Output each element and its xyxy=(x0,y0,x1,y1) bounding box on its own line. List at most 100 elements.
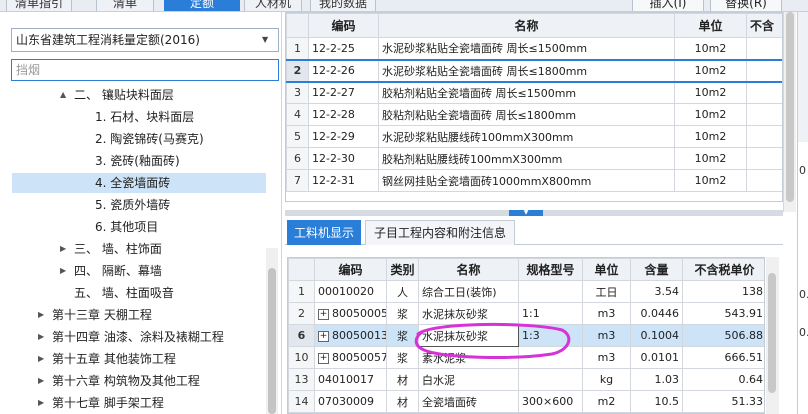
col-header-price[interactable]: 不含税单价 xyxy=(682,258,764,281)
resource-code[interactable]: 04010017 xyxy=(314,368,387,391)
col-header-code[interactable]: 编码 xyxy=(314,258,387,281)
expand-icon[interactable]: ▶ xyxy=(38,371,44,391)
resource-unit[interactable]: m2 xyxy=(582,390,631,413)
resource-name[interactable]: 全瓷墙面砖 xyxy=(418,390,519,413)
quota-code[interactable]: 12-2-28 xyxy=(308,103,379,126)
scroll-thumb[interactable] xyxy=(768,273,776,393)
resource-unit[interactable]: m3 xyxy=(582,302,631,325)
expand-icon[interactable]: ▶ xyxy=(38,393,44,413)
tab-bill-guide[interactable]: 清单指引 xyxy=(6,0,72,11)
quota-unit[interactable]: 10m2 xyxy=(674,147,747,170)
resource-quantity[interactable]: 0.0446 xyxy=(630,302,683,325)
resource-quantity[interactable]: 10.5 xyxy=(630,390,683,413)
resource-name[interactable]: 水泥抹灰砂浆 xyxy=(418,302,519,325)
quota-code[interactable]: 12-2-25 xyxy=(308,37,379,60)
tab-labor-material-machine[interactable]: 人材机 xyxy=(244,0,302,11)
quota-code[interactable]: 12-2-27 xyxy=(308,81,379,104)
resource-price[interactable]: 0.64 xyxy=(682,368,764,391)
quota-code[interactable]: 12-2-30 xyxy=(308,147,379,170)
table-row[interactable]: 1 00010020 人 综合工日(装饰) 工日 3.54 138 xyxy=(288,280,764,303)
resource-name-editor[interactable]: 水泥抹灰砂浆 xyxy=(418,324,519,347)
resource-unit[interactable]: m3 xyxy=(582,324,631,347)
resource-code[interactable]: 07030009 xyxy=(314,390,387,413)
resource-price[interactable]: 666.51 xyxy=(682,346,764,369)
chevron-down-icon[interactable]: ▼ xyxy=(262,29,274,51)
col-header-name[interactable]: 名称 xyxy=(378,13,675,38)
resource-spec[interactable] xyxy=(518,346,583,369)
col-header-category[interactable]: 类别 xyxy=(386,258,419,281)
tree-item[interactable]: ▶ 第十四章 油漆、涂料及裱糊工程 xyxy=(0,327,266,347)
resource-unit[interactable]: kg xyxy=(582,368,631,391)
resource-unit[interactable]: 工日 xyxy=(582,280,631,303)
resource-quantity[interactable]: 3.54 xyxy=(630,280,683,303)
quota-price[interactable] xyxy=(746,37,782,60)
tree-item[interactable]: ▶ 第十六章 构筑物及其他工程 xyxy=(0,371,266,391)
resource-category[interactable]: 材 xyxy=(386,390,419,413)
tree-item[interactable]: 五、 墙、柱面吸音 xyxy=(0,283,266,303)
tree-item[interactable]: ▶ 四、 隔断、幕墙 xyxy=(0,261,266,281)
expand-icon[interactable]: ▶ xyxy=(60,261,66,281)
table-row-selected[interactable]: 2 12-2-26 水泥砂浆粘贴全瓷墙面砖 周长≤1800mm 10m2 xyxy=(286,58,782,83)
quota-name[interactable]: 水泥砂浆粘贴腰线砖100mmX300mm xyxy=(378,125,675,148)
quota-name[interactable]: 胶粘剂粘贴全瓷墙面砖 周长≤1800mm xyxy=(378,103,675,126)
quota-library-select[interactable]: 山东省建筑工程消耗量定额(2016) ▼ xyxy=(11,28,279,52)
quota-name[interactable]: 水泥砂浆粘贴全瓷墙面砖 周长≤1500mm xyxy=(378,37,675,60)
resource-name[interactable]: 白水泥 xyxy=(418,368,519,391)
quota-unit[interactable]: 10m2 xyxy=(674,81,747,104)
table-row[interactable]: 3 12-2-27 胶粘剂粘贴全瓷墙面砖 周长≤1500mm 10m2 xyxy=(286,81,782,104)
table-row[interactable]: 14 07030009 材 全瓷墙面砖 300×600 m2 10.5 51.3… xyxy=(288,390,764,413)
quota-unit[interactable]: 10m2 xyxy=(674,58,747,83)
tree-item[interactable]: ▶ 第十三章 天棚工程 xyxy=(0,305,266,325)
expand-icon[interactable]: ▶ xyxy=(60,239,66,259)
col-header-name[interactable]: 名称 xyxy=(418,258,519,281)
quota-price[interactable] xyxy=(746,81,782,104)
table-row-selected[interactable]: 6 +80050013 浆 水泥抹灰砂浆 1:3 m3 0.1004 506.8… xyxy=(288,324,764,347)
quota-unit[interactable]: 10m2 xyxy=(674,37,747,60)
resource-category[interactable]: 浆 xyxy=(386,302,419,325)
tree-item[interactable]: 5. 瓷质外墙砖 xyxy=(0,195,266,215)
resource-price[interactable]: 138 xyxy=(682,280,764,303)
resource-code-cell[interactable]: +80050057 xyxy=(314,346,387,369)
expand-icon[interactable]: ▶ xyxy=(38,349,44,369)
tree-item[interactable]: ▶ 第十五章 其他装饰工程 xyxy=(0,349,266,369)
splitter-handle-icon[interactable]: ▼ xyxy=(509,210,543,216)
resource-code-cell[interactable]: +80050013 xyxy=(314,324,387,347)
col-header-price-excl-tax[interactable]: 不含 xyxy=(746,13,782,38)
left-scrollbar[interactable] xyxy=(266,248,278,414)
quota-name[interactable]: 胶粘剂粘贴腰线砖100mmX300mm xyxy=(378,147,675,170)
tab-my-data[interactable]: 我的数据 xyxy=(310,0,376,11)
resource-quantity[interactable]: 0.0101 xyxy=(630,346,683,369)
tree-item[interactable]: ▶ 三、 墙、柱饰面 xyxy=(0,239,266,259)
resource-category[interactable]: 浆 xyxy=(386,346,419,369)
resource-spec[interactable] xyxy=(518,368,583,391)
tree-item-selected[interactable]: 4. 全瓷墙面砖 xyxy=(12,173,266,193)
quota-unit[interactable]: 10m2 xyxy=(674,169,747,192)
table-row[interactable]: 13 04010017 材 白水泥 kg 1.03 0.64 xyxy=(288,368,764,391)
resource-spec[interactable]: 1:3 xyxy=(518,324,583,347)
col-header-quantity[interactable]: 含量 xyxy=(630,258,683,281)
resource-category[interactable]: 人 xyxy=(386,280,419,303)
tree-item[interactable]: 3. 瓷砖(釉面砖) xyxy=(0,151,266,171)
expand-icon[interactable]: ▶ xyxy=(38,305,44,325)
scroll-thumb[interactable] xyxy=(786,12,794,202)
upper-scrollbar[interactable] xyxy=(783,12,796,212)
quota-price[interactable] xyxy=(746,103,782,126)
quota-code[interactable]: 12-2-26 xyxy=(308,58,379,83)
quota-price[interactable] xyxy=(746,125,782,148)
table-row[interactable]: 7 12-2-31 钢丝网挂贴全瓷墙面砖1000mmX800mm 10m2 xyxy=(286,169,782,192)
quota-price[interactable] xyxy=(746,169,782,192)
insert-button[interactable]: 插入(I) xyxy=(632,0,704,11)
quota-price[interactable] xyxy=(746,58,782,83)
quota-code[interactable]: 12-2-29 xyxy=(308,125,379,148)
table-row[interactable]: 10 +80050057 浆 素水泥浆 m3 0.0101 666.51 xyxy=(288,346,764,369)
search-input[interactable]: 挡烟 xyxy=(11,59,279,81)
table-row[interactable]: 6 12-2-30 胶粘剂粘贴腰线砖100mmX300mm 10m2 xyxy=(286,147,782,170)
resource-name[interactable]: 综合工日(装饰) xyxy=(418,280,519,303)
table-row[interactable]: 4 12-2-28 胶粘剂粘贴全瓷墙面砖 周长≤1800mm 10m2 xyxy=(286,103,782,126)
resource-unit[interactable]: m3 xyxy=(582,346,631,369)
resource-spec[interactable] xyxy=(518,280,583,303)
resource-spec[interactable]: 1:1 xyxy=(518,302,583,325)
resource-spec[interactable]: 300×600 xyxy=(518,390,583,413)
resource-category[interactable]: 浆 xyxy=(386,324,419,347)
tab-quota[interactable]: 定额 xyxy=(164,0,240,11)
